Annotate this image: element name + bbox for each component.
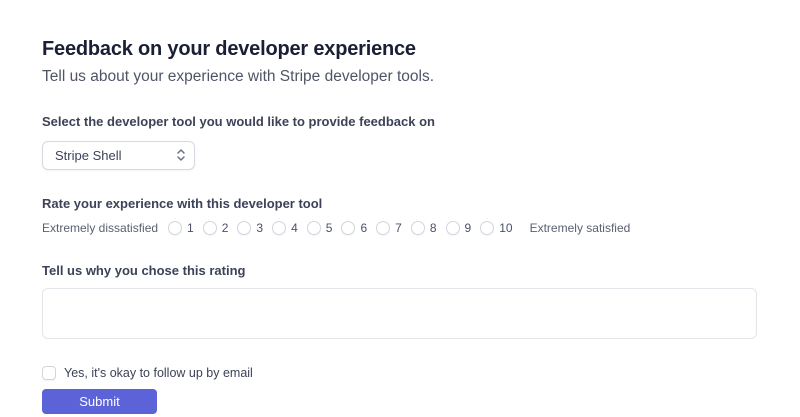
- rating-radio[interactable]: [202, 221, 217, 236]
- followup-checkbox[interactable]: [42, 365, 56, 380]
- rating-radio[interactable]: [341, 221, 356, 236]
- rating-option[interactable]: 9: [445, 221, 472, 236]
- rating-option[interactable]: 7: [376, 221, 402, 236]
- rating-radio[interactable]: [306, 221, 321, 236]
- rating-option-number: 2: [221, 221, 229, 236]
- rating-radio[interactable]: [445, 221, 460, 236]
- submit-button[interactable]: Submit: [42, 388, 157, 414]
- rating-label: Rate your experience with this developer…: [42, 195, 323, 211]
- rating-option[interactable]: 10: [480, 221, 513, 236]
- page-subtitle: Tell us about your experience with Strip…: [42, 68, 435, 85]
- followup-label: Yes, it's okay to follow up by email: [64, 365, 253, 380]
- reason-textarea[interactable]: [42, 287, 757, 339]
- rating-option[interactable]: 6: [341, 221, 368, 236]
- reason-label: Tell us why you chose this rating: [42, 263, 246, 279]
- rating-min-label: Extremely dissatisfied: [42, 221, 159, 236]
- tool-select-wrap: Stripe Shell: [42, 140, 195, 170]
- rating-radio[interactable]: [168, 221, 183, 236]
- rating-option[interactable]: 5: [306, 221, 333, 236]
- rating-option[interactable]: 3: [237, 221, 264, 236]
- rating-radio[interactable]: [272, 221, 287, 236]
- rating-option[interactable]: 4: [272, 221, 298, 236]
- rating-option[interactable]: 2: [202, 221, 229, 236]
- rating-options: 1 2 3 4 5 6 7 8 9 10: [168, 221, 522, 236]
- page-title: Feedback on your developer experience: [42, 38, 416, 60]
- rating-option-number: 3: [256, 221, 264, 236]
- followup-row[interactable]: Yes, it's okay to follow up by email: [42, 365, 757, 380]
- rating-radio[interactable]: [376, 221, 391, 236]
- rating-option-number: 10: [499, 221, 513, 236]
- rating-scale: Extremely dissatisfied 1 2 3 4 5 6 7 8 9…: [42, 221, 757, 236]
- rating-option-number: 8: [429, 221, 437, 236]
- rating-option-number: 7: [395, 221, 402, 236]
- feedback-form: Feedback on your developer experience Te…: [0, 0, 800, 417]
- rating-radio[interactable]: [480, 221, 495, 236]
- rating-option-number: 9: [464, 221, 472, 236]
- rating-option-number: 6: [360, 221, 368, 236]
- rating-option-number: 1: [187, 221, 194, 236]
- rating-max-label: Extremely satisfied: [529, 221, 631, 236]
- rating-option[interactable]: 1: [168, 221, 194, 236]
- rating-radio[interactable]: [237, 221, 252, 236]
- rating-radio[interactable]: [410, 221, 425, 236]
- rating-option[interactable]: 8: [410, 221, 437, 236]
- tool-select[interactable]: Stripe Shell: [42, 140, 195, 170]
- rating-option-number: 5: [325, 221, 333, 236]
- rating-option-number: 4: [291, 221, 298, 236]
- tool-select-label: Select the developer tool you would like…: [42, 114, 435, 130]
